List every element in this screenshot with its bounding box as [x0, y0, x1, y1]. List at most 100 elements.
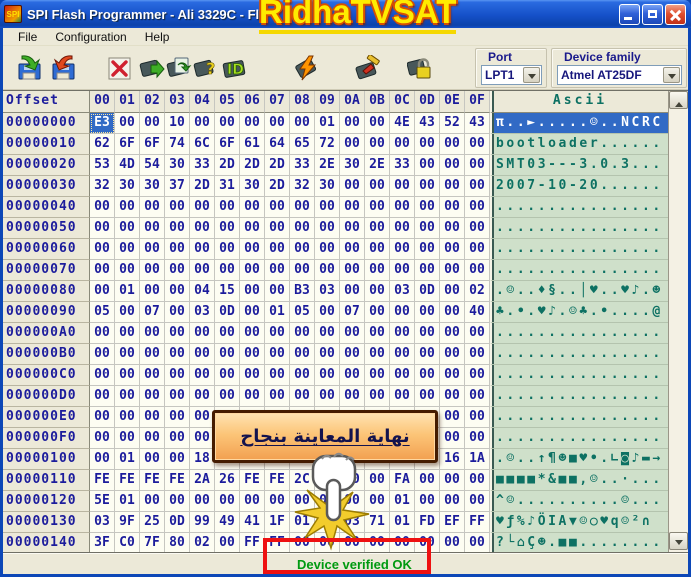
- device-family-select[interactable]: Atmel AT25DF: [557, 65, 682, 85]
- hex-byte-cell[interactable]: FE: [265, 470, 290, 491]
- hex-byte-cell[interactable]: FE: [165, 470, 190, 491]
- hex-byte-cell[interactable]: 00: [415, 323, 440, 344]
- hex-byte-cell[interactable]: 00: [240, 302, 265, 323]
- hex-byte-cell[interactable]: 00: [115, 302, 140, 323]
- hex-byte-cell[interactable]: 00: [365, 323, 390, 344]
- hex-byte-cell[interactable]: 00: [240, 239, 265, 260]
- hex-byte-cell[interactable]: 00: [290, 365, 315, 386]
- hex-byte-cell[interactable]: 43: [415, 113, 440, 134]
- hex-byte-cell[interactable]: 0D: [415, 281, 440, 302]
- program-device-button[interactable]: [295, 55, 321, 81]
- hex-byte-cell[interactable]: 00: [340, 281, 365, 302]
- write-device-button[interactable]: [139, 55, 165, 81]
- hex-byte-cell[interactable]: 00: [465, 155, 490, 176]
- hex-byte-cell[interactable]: 00: [140, 281, 165, 302]
- ascii-cell[interactable]: bootloader......: [490, 134, 668, 155]
- hex-byte-cell[interactable]: 00: [465, 386, 490, 407]
- hex-byte-cell[interactable]: 00: [165, 197, 190, 218]
- hex-byte-cell[interactable]: 00: [165, 281, 190, 302]
- hex-byte-cell[interactable]: 00: [340, 386, 365, 407]
- hex-byte-cell[interactable]: 30: [340, 155, 365, 176]
- hex-byte-cell[interactable]: 00: [90, 344, 115, 365]
- ascii-cell[interactable]: 2007-10-20......: [490, 176, 668, 197]
- hex-byte-cell[interactable]: 00: [365, 218, 390, 239]
- hex-byte-cell[interactable]: 31: [215, 176, 240, 197]
- erase-chip-button[interactable]: [355, 55, 381, 81]
- hex-byte-cell[interactable]: 00: [165, 344, 190, 365]
- hex-byte-cell[interactable]: 00: [465, 491, 490, 512]
- hex-byte-cell[interactable]: 00: [165, 218, 190, 239]
- hex-byte-cell[interactable]: 00: [365, 197, 390, 218]
- hex-byte-cell[interactable]: 03: [390, 281, 415, 302]
- hex-byte-cell[interactable]: 33: [190, 155, 215, 176]
- hex-byte-cell[interactable]: 00: [390, 239, 415, 260]
- chevron-down-icon[interactable]: [663, 67, 680, 83]
- erase-buffer-button[interactable]: [107, 55, 133, 81]
- hex-byte-cell[interactable]: C0: [115, 533, 140, 552]
- hex-byte-cell[interactable]: 00: [440, 323, 465, 344]
- hex-byte-cell[interactable]: 00: [215, 386, 240, 407]
- hex-byte-cell[interactable]: E3: [90, 113, 115, 134]
- hex-byte-cell[interactable]: FE: [240, 470, 265, 491]
- hex-byte-cell[interactable]: 00: [140, 113, 165, 134]
- hex-byte-cell[interactable]: 4D: [115, 155, 140, 176]
- hex-byte-cell[interactable]: 00: [190, 323, 215, 344]
- verify-device-button[interactable]: [166, 55, 192, 81]
- hex-byte-cell[interactable]: 00: [90, 239, 115, 260]
- read-id-button[interactable]: ID: [222, 55, 248, 81]
- hex-byte-cell[interactable]: 00: [265, 260, 290, 281]
- hex-byte-cell[interactable]: 4E: [390, 113, 415, 134]
- hex-byte-cell[interactable]: 03: [90, 512, 115, 533]
- hex-byte-cell[interactable]: 00: [465, 428, 490, 449]
- hex-byte-cell[interactable]: 33: [290, 155, 315, 176]
- hex-byte-cell[interactable]: 00: [90, 323, 115, 344]
- hex-byte-cell[interactable]: 30: [165, 155, 190, 176]
- hex-byte-cell[interactable]: 00: [165, 239, 190, 260]
- hex-byte-cell[interactable]: 00: [115, 113, 140, 134]
- hex-byte-cell[interactable]: 00: [465, 323, 490, 344]
- hex-byte-cell[interactable]: 00: [440, 176, 465, 197]
- hex-byte-cell[interactable]: 00: [140, 491, 165, 512]
- hex-byte-cell[interactable]: 00: [415, 239, 440, 260]
- hex-byte-cell[interactable]: 72: [315, 134, 340, 155]
- hex-byte-cell[interactable]: 00: [115, 344, 140, 365]
- hex-byte-cell[interactable]: 00: [240, 218, 265, 239]
- ascii-cell[interactable]: ^☺..........☺...: [490, 491, 668, 512]
- hex-byte-cell[interactable]: 00: [340, 323, 365, 344]
- hex-byte-cell[interactable]: 99: [190, 512, 215, 533]
- hex-byte-cell[interactable]: 00: [365, 239, 390, 260]
- hex-byte-cell[interactable]: 37: [165, 176, 190, 197]
- hex-byte-cell[interactable]: 00: [140, 386, 165, 407]
- hex-byte-cell[interactable]: 00: [140, 407, 165, 428]
- hex-byte-cell[interactable]: 00: [465, 407, 490, 428]
- hex-byte-cell[interactable]: 2D: [215, 155, 240, 176]
- hex-byte-cell[interactable]: 00: [190, 365, 215, 386]
- hex-byte-cell[interactable]: 00: [90, 260, 115, 281]
- chevron-down-icon[interactable]: [523, 67, 540, 83]
- hex-byte-cell[interactable]: 15: [215, 281, 240, 302]
- hex-byte-cell[interactable]: 00: [415, 470, 440, 491]
- hex-byte-cell[interactable]: 00: [215, 197, 240, 218]
- hex-byte-cell[interactable]: 16: [440, 449, 465, 470]
- hex-byte-cell[interactable]: 2D: [190, 176, 215, 197]
- hex-byte-cell[interactable]: 00: [115, 386, 140, 407]
- hex-byte-cell[interactable]: 00: [240, 281, 265, 302]
- hex-byte-cell[interactable]: 00: [440, 302, 465, 323]
- hex-byte-cell[interactable]: 04: [190, 281, 215, 302]
- ascii-cell[interactable]: SMT03---3.0.3...: [490, 155, 668, 176]
- hex-byte-cell[interactable]: 00: [215, 239, 240, 260]
- hex-byte-cell[interactable]: 00: [415, 491, 440, 512]
- hex-byte-cell[interactable]: 00: [115, 365, 140, 386]
- hex-byte-cell[interactable]: 00: [90, 407, 115, 428]
- hex-byte-cell[interactable]: 32: [290, 176, 315, 197]
- hex-byte-cell[interactable]: 00: [290, 218, 315, 239]
- hex-byte-cell[interactable]: 00: [265, 491, 290, 512]
- hex-byte-cell[interactable]: 00: [90, 386, 115, 407]
- hex-byte-cell[interactable]: 00: [240, 344, 265, 365]
- hex-byte-cell[interactable]: 05: [290, 302, 315, 323]
- hex-byte-cell[interactable]: 00: [140, 323, 165, 344]
- ascii-cell[interactable]: .☺..↑¶☻■♥•.∟◙♪▬→: [490, 449, 668, 470]
- ascii-cell[interactable]: ................: [490, 218, 668, 239]
- hex-byte-cell[interactable]: 00: [240, 365, 265, 386]
- hex-byte-cell[interactable]: 54: [140, 155, 165, 176]
